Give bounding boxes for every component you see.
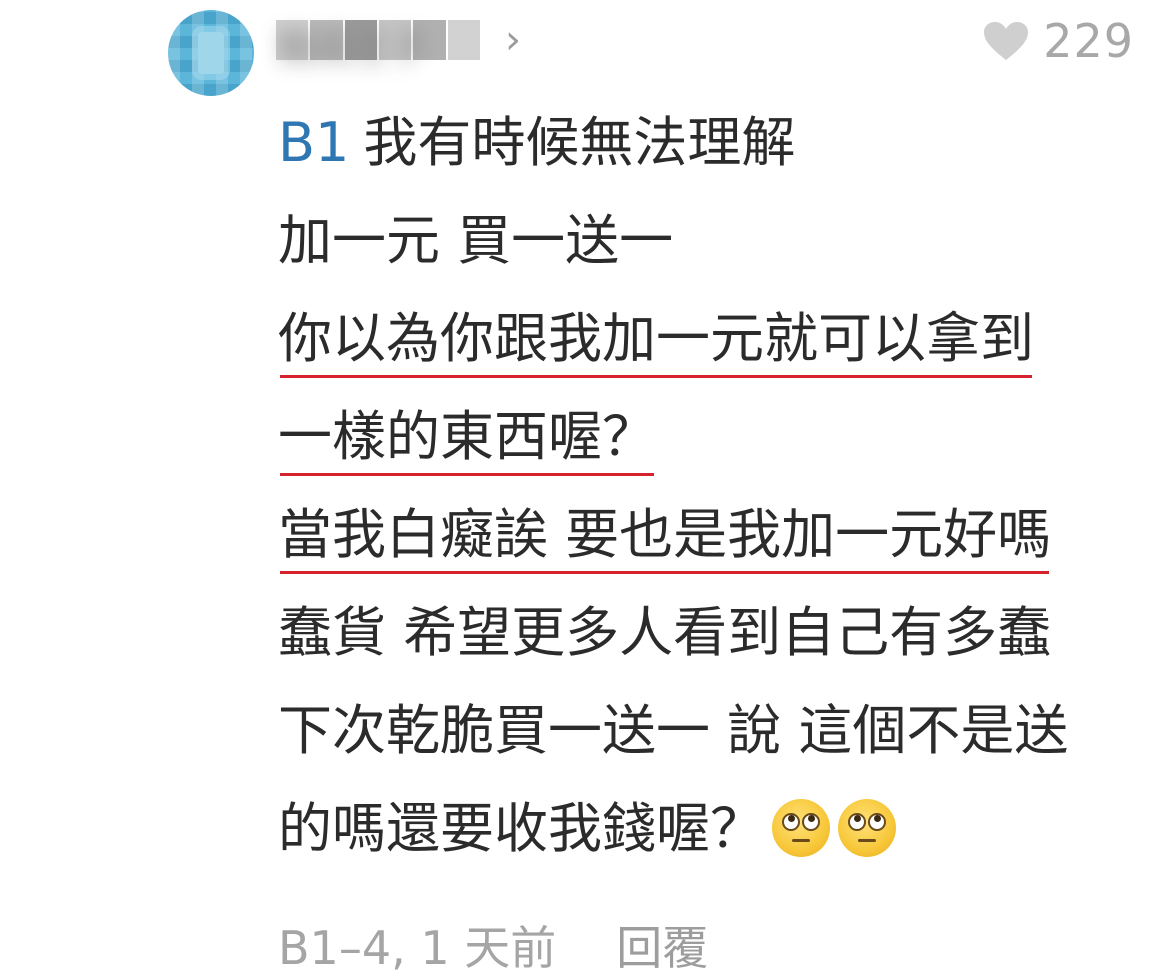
floor-label[interactable]: B1 [278, 111, 349, 174]
like-count: 229 [1043, 14, 1134, 68]
like-button[interactable]: 229 [983, 14, 1134, 68]
avatar-figure [198, 32, 224, 74]
comment-line-underlined: 一樣的東西喔？ [278, 402, 1138, 500]
comment-line: 蠢貨 希望更多人看到自己有多蠢 [278, 598, 1138, 696]
comment-text: 當我白癡誒 要也是我加一元好嗎 [278, 500, 1051, 574]
heart-icon [984, 22, 1029, 60]
comment-text: 蠢貨 希望更多人看到自己有多蠢 [278, 601, 1052, 664]
comment-line: 的嗎還要收我錢喔？ [278, 794, 1138, 892]
blur-block [447, 20, 480, 60]
comment-body: B1 我有時候無法理解 加一元 買一送一 你以為你跟我加一元就可以拿到 一樣的東西… [278, 108, 1138, 892]
comment-text: 加一元 買一送一 [278, 209, 674, 272]
comment-line: 加一元 買一送一 [278, 206, 1138, 304]
reply-button[interactable]: 回覆 [616, 912, 708, 978]
comment-text: 下次乾脆買一送一 說 這個不是送 [278, 699, 1069, 762]
avatar[interactable] [168, 10, 254, 96]
face-with-rolling-eyes-emoji [838, 799, 896, 857]
comment-line: 下次乾脆買一送一 說 這個不是送 [278, 696, 1138, 794]
face-with-rolling-eyes-emoji [772, 799, 830, 857]
chevron-right-icon[interactable]: › [505, 20, 521, 60]
comment-line: B1 我有時候無法理解 [278, 108, 1138, 206]
comment-line-underlined: 當我白癡誒 要也是我加一元好嗎 [278, 500, 1138, 598]
comment-footer: B1–4, 1 天前 回覆 [278, 912, 708, 978]
username-blurred[interactable]: 獨孤王子 [276, 18, 480, 71]
comment-text: 一樣的東西喔？ [278, 402, 656, 476]
comment-text: 你以為你跟我加一元就可以拿到 [278, 304, 1034, 378]
comment-line-underlined: 你以為你跟我加一元就可以拿到 [278, 304, 1138, 402]
comment-meta: B1–4, 1 天前 [278, 921, 557, 975]
comment-text: 的嗎還要收我錢喔？ [278, 797, 764, 860]
comment-text: 我有時候無法理解 [363, 111, 796, 174]
username: 獨孤王子 [276, 27, 429, 71]
